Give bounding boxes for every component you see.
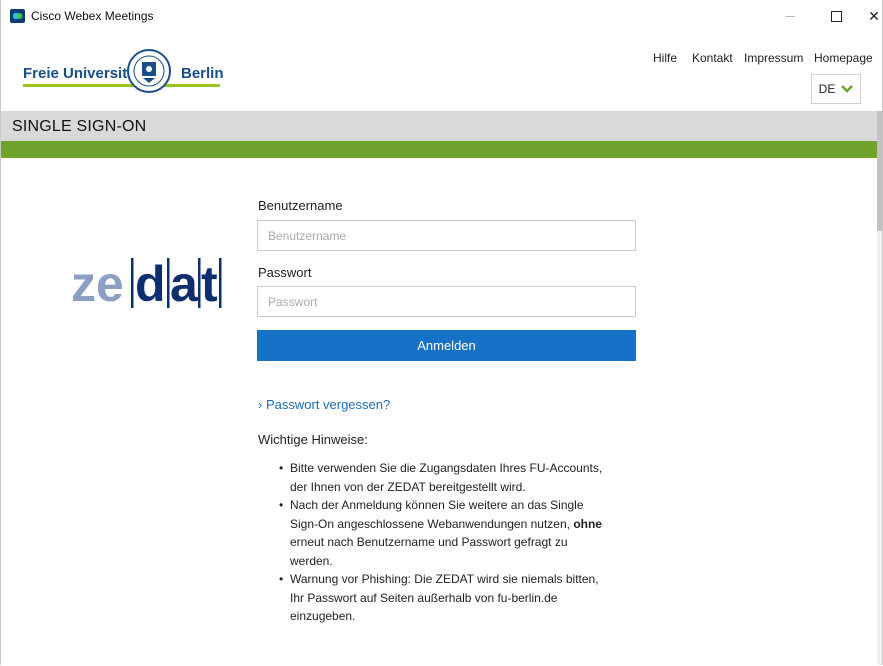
svg-text:a: a xyxy=(170,256,199,312)
svg-text:d: d xyxy=(135,256,166,312)
close-icon: ✕ xyxy=(868,7,880,24)
logo-text-left: Freie Universität xyxy=(23,65,141,82)
maximize-button[interactable] xyxy=(813,0,859,32)
nav-kontakt-link[interactable]: Kontakt xyxy=(692,51,733,65)
username-label: Benutzername xyxy=(258,198,343,213)
webex-icon xyxy=(10,9,25,23)
site-header: Freie Universität Berlin Hilfe Kontakt I… xyxy=(1,32,882,111)
note-text: Bitte verwenden Sie die Zugangsdaten Ihr… xyxy=(290,461,603,494)
chevron-down-icon xyxy=(841,85,854,93)
language-select[interactable]: DE xyxy=(811,74,861,104)
scrollbar[interactable] xyxy=(877,111,882,665)
page-title: SINGLE SIGN-ON xyxy=(12,118,147,135)
logo-text-right: Berlin xyxy=(181,65,224,82)
list-item: Nach der Anmeldung können Sie weitere an… xyxy=(279,496,606,570)
username-input[interactable] xyxy=(257,220,636,251)
logo-underline xyxy=(23,84,220,87)
sso-bar: SINGLE SIGN-ON xyxy=(1,111,882,141)
svg-text:t: t xyxy=(201,256,218,312)
note-text-post: erneut nach Benutzername und Passwort ge… xyxy=(290,535,568,568)
window-title: Cisco Webex Meetings xyxy=(31,9,154,23)
zedat-logo: ze d a t xyxy=(71,252,223,312)
scrollbar-thumb[interactable] xyxy=(877,111,882,231)
university-seal-icon xyxy=(125,48,173,94)
note-text: Warnung vor Phishing: Die ZEDAT wird sie… xyxy=(290,572,599,623)
fu-berlin-logo[interactable]: Freie Universität Berlin xyxy=(13,48,224,94)
list-item: Bitte verwenden Sie die Zugangsdaten Ihr… xyxy=(279,459,606,496)
minimize-icon xyxy=(785,15,795,17)
minimize-button[interactable] xyxy=(767,0,813,32)
notes-heading: Wichtige Hinweise: xyxy=(258,432,368,447)
password-input[interactable] xyxy=(257,286,636,317)
forgot-password-link[interactable]: › Passwort vergessen? xyxy=(258,397,390,412)
accent-bar xyxy=(1,141,882,158)
login-button[interactable]: Anmelden xyxy=(257,330,636,361)
title-bar: Cisco Webex Meetings ✕ xyxy=(1,0,882,32)
nav-hilfe-link[interactable]: Hilfe xyxy=(653,51,677,65)
list-item: Warnung vor Phishing: Die ZEDAT wird sie… xyxy=(279,570,606,626)
svg-text:ze: ze xyxy=(71,256,124,312)
app-window: Cisco Webex Meetings ✕ Freie Universität… xyxy=(0,0,883,665)
maximize-icon xyxy=(830,10,842,22)
note-text-bold: ohne xyxy=(573,516,602,531)
close-button[interactable]: ✕ xyxy=(859,0,882,32)
note-text-pre: Nach der Anmeldung können Sie weitere an… xyxy=(290,498,584,531)
password-label: Passwort xyxy=(258,265,312,280)
notes-list: Bitte verwenden Sie die Zugangsdaten Ihr… xyxy=(279,459,606,626)
nav-homepage-link[interactable]: Homepage xyxy=(814,51,873,65)
language-value: DE xyxy=(818,82,836,96)
nav-impressum-link[interactable]: Impressum xyxy=(744,51,803,65)
